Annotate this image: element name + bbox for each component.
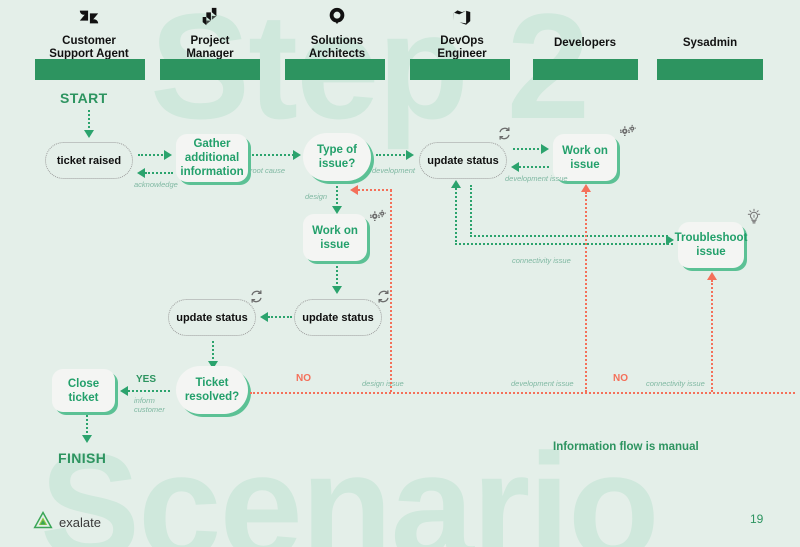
refresh-icon-devops	[497, 126, 512, 141]
lane-title: Sysadmin	[682, 37, 738, 49]
edge-connectivity-horizontal-a	[455, 243, 673, 245]
edge-label-no-right: NO	[613, 373, 628, 384]
edge-label-inform-customer: inform customer	[134, 396, 165, 414]
edge-design-issue-to-type	[358, 189, 392, 191]
node-gather-additional-information[interactable]: Gather additional information	[176, 134, 248, 182]
arrowhead-development-issue-up	[581, 184, 591, 192]
edge-development-issue-riser	[585, 192, 587, 392]
lane-title: Customer Support Agent	[49, 35, 129, 60]
edge-connectivity-horizontal-b	[470, 235, 668, 237]
start-label: START	[60, 90, 108, 106]
node-close-ticket[interactable]: Close ticket	[52, 369, 115, 412]
edge-no-bus	[250, 392, 795, 394]
edge-update-status-to-work-dev	[513, 148, 543, 150]
edge-design-issue-riser	[390, 190, 392, 392]
lane-header-devops-engineer: DevOps Engineer	[408, 2, 516, 60]
edge-ticket-resolved-to-close	[128, 390, 170, 392]
edge-work-dev-to-update-status	[519, 166, 549, 168]
lane-header-customer-support-agent: Customer Support Agent	[28, 2, 150, 60]
edge-label-development-issue-bottom: development issue	[511, 379, 574, 388]
node-ticket-resolved[interactable]: Ticket resolved?	[176, 366, 248, 414]
arrowhead-connectivity-up	[451, 180, 461, 188]
edge-connectivity-issue-riser	[711, 280, 713, 392]
node-ticket-raised[interactable]: ticket raised	[45, 142, 133, 179]
watermark-scenario: Scenario	[40, 422, 660, 547]
edge-label-development: development	[372, 166, 415, 175]
arrowhead-to-update-pm	[260, 312, 268, 322]
lane-title: DevOps Engineer	[437, 35, 487, 60]
lane-bar-solutions-architects	[285, 59, 385, 80]
exalate-logo-icon	[33, 510, 53, 535]
lane-bar-sysadmin	[657, 59, 763, 80]
arrowhead-to-troubleshoot	[666, 235, 674, 245]
lane-bar-project-manager	[160, 59, 260, 80]
arrowhead-development-issue	[511, 162, 519, 172]
edge-type-to-update-status	[376, 154, 408, 156]
edge-type-to-work-sa	[336, 186, 338, 208]
page-number: 19	[750, 512, 764, 526]
information-flow-note: Information flow is manual	[553, 441, 699, 453]
edge-update-pm-to-ticket-resolved	[212, 341, 214, 363]
edge-update-sa-to-update-pm	[268, 316, 292, 318]
lane-header-solutions-architects: Solutions Architects	[282, 2, 392, 60]
lane-bar-customer-support-agent	[35, 59, 145, 80]
exalate-brand: exalate	[33, 510, 101, 535]
edge-label-acknowledge: acknowledge	[134, 180, 178, 189]
edge-label-design: design	[305, 192, 328, 201]
gears-icon-solutions-architects	[369, 209, 387, 225]
edge-connectivity-riser-a	[455, 185, 457, 245]
node-type-of-issue[interactable]: Type of issue?	[303, 133, 371, 181]
azure-devops-icon	[408, 2, 516, 32]
gears-icon-developers	[619, 124, 637, 140]
arrowhead-to-close-ticket	[120, 386, 128, 396]
node-update-status-solutions-architects[interactable]: update status	[294, 299, 382, 336]
node-update-status-project-manager[interactable]: update status	[168, 299, 256, 336]
edge-label-development-issue-top: development issue	[505, 174, 568, 183]
arrowhead-design-issue	[350, 185, 358, 195]
edge-ticket-raised-to-gather	[138, 154, 166, 156]
refresh-icon-project-manager	[249, 289, 264, 304]
finish-label: FINISH	[58, 450, 107, 466]
arrowhead-connectivity-issue-up	[707, 272, 717, 280]
lane-bar-developers	[533, 59, 638, 80]
arrowhead-to-gather	[164, 150, 172, 160]
edge-label-connectivity-issue-mid: connectivity issue	[512, 256, 571, 265]
lane-header-project-manager: Project Manager	[155, 2, 265, 60]
lane-title: Project Manager	[186, 35, 234, 60]
arrowhead-to-type	[293, 150, 301, 160]
edge-label-root-cause: root cause	[250, 166, 286, 175]
edge-label-connectivity-issue-bottom: connectivity issue	[646, 379, 705, 388]
refresh-icon-solutions-architects	[376, 289, 391, 304]
arrowhead-acknowledge	[137, 168, 145, 178]
edge-label-design-issue: design issue	[362, 379, 404, 388]
diagram-canvas: Step 2 Scenario Customer Support Agent P…	[0, 0, 800, 547]
edge-connectivity-riser-b	[470, 185, 472, 237]
edge-work-sa-to-update-status-sa	[336, 266, 338, 288]
edge-label-yes: YES	[136, 374, 157, 385]
lane-bar-devops-engineer	[410, 59, 510, 80]
edge-label-no-left: NO	[296, 373, 311, 384]
lane-title: Developers	[553, 37, 616, 49]
lane-header-sysadmin: Sysadmin	[655, 34, 765, 50]
node-troubleshoot-issue[interactable]: Troubleshoot issue	[675, 222, 747, 268]
lane-title: Solutions Architects	[308, 35, 366, 60]
opsgenie-icon	[282, 2, 392, 32]
lane-header-developers: Developers	[530, 34, 640, 50]
finish-arrowhead	[82, 435, 92, 443]
zendesk-icon	[28, 2, 150, 32]
node-work-on-issue-solutions-architects[interactable]: Work on issue	[303, 214, 367, 261]
arrowhead-to-work-dev	[541, 144, 549, 154]
start-arrowhead	[84, 130, 94, 138]
arrowhead-design	[332, 206, 342, 214]
arrowhead-to-update-status-sa	[332, 286, 342, 294]
finish-connector	[86, 415, 88, 437]
edge-gather-to-ticket-raised	[145, 172, 173, 174]
node-update-status-devops[interactable]: update status	[419, 142, 507, 179]
exalate-brand-text: exalate	[59, 515, 101, 530]
lightbulb-icon-sysadmin	[746, 208, 762, 226]
jira-icon	[155, 2, 265, 32]
edge-gather-to-type	[252, 154, 294, 156]
arrowhead-to-update-status-devops	[406, 150, 414, 160]
start-connector	[88, 110, 90, 132]
